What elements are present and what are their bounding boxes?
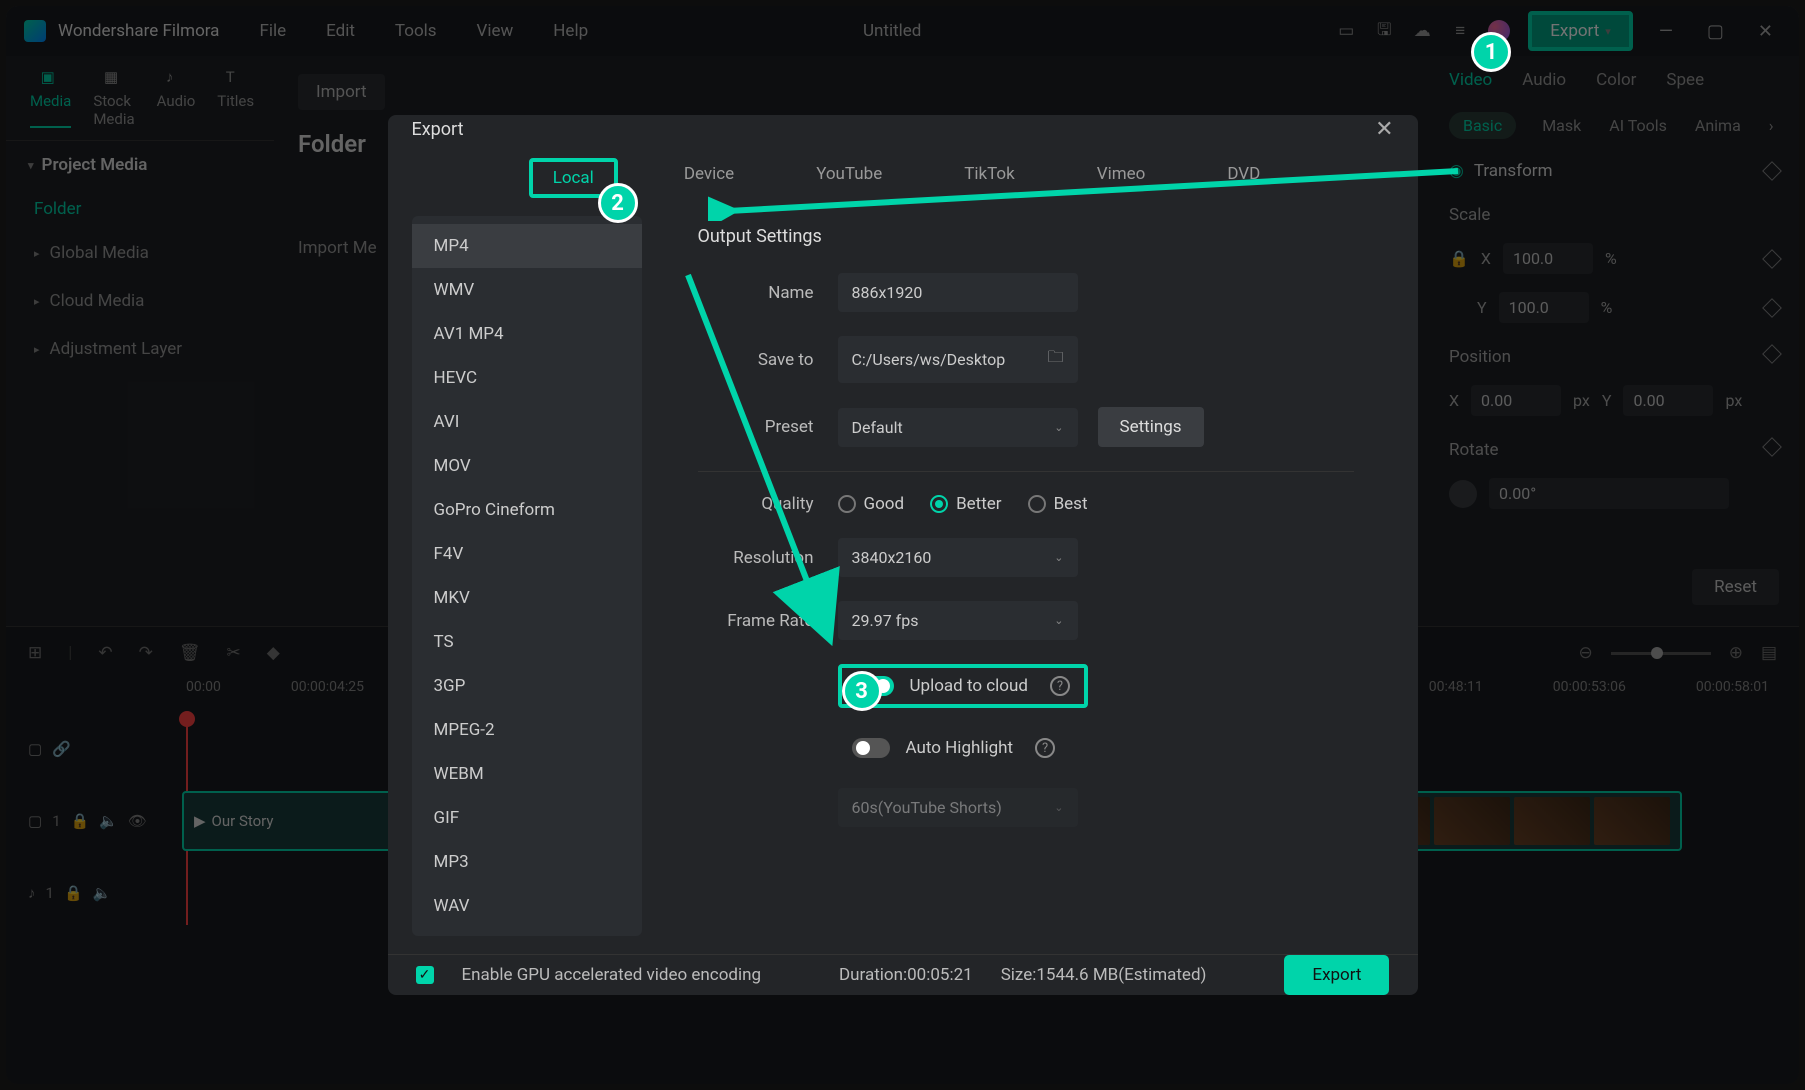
format-item-av1-mp4[interactable]: AV1 MP4 <box>412 312 642 356</box>
quality-better-radio[interactable]: Better <box>930 494 1002 514</box>
chevron-down-icon: ⌄ <box>1054 551 1063 564</box>
quality-best-label: Best <box>1054 494 1088 514</box>
info-icon[interactable]: ? <box>1050 676 1070 696</box>
upload-to-cloud-label: Upload to cloud <box>910 676 1028 696</box>
chevron-down-icon: ⌄ <box>1054 421 1063 434</box>
save-to-input[interactable]: C:/Users/ws/Desktop 🗀 <box>838 336 1078 383</box>
dialog-title: Export <box>412 119 464 140</box>
preset-label: Preset <box>698 417 838 437</box>
format-item-mov[interactable]: MOV <box>412 444 642 488</box>
format-item-gopro-cineform[interactable]: GoPro Cineform <box>412 488 642 532</box>
name-input[interactable] <box>838 273 1078 312</box>
frame-rate-select[interactable]: 29.97 fps ⌄ <box>838 601 1078 640</box>
format-item-wav[interactable]: WAV <box>412 884 642 928</box>
name-label: Name <box>698 283 838 303</box>
auto-highlight-label: Auto Highlight <box>906 738 1014 758</box>
dialog-close-button[interactable]: ✕ <box>1375 117 1393 142</box>
quality-better-label: Better <box>956 494 1002 514</box>
export-tab-dvd[interactable]: DVD <box>1211 158 1276 198</box>
auto-highlight-toggle[interactable] <box>852 738 890 758</box>
shorts-value: 60s(YouTube Shorts) <box>852 798 1002 817</box>
callout-badge-2: 2 <box>598 183 638 223</box>
format-item-f4v[interactable]: F4V <box>412 532 642 576</box>
preset-select[interactable]: Default ⌄ <box>838 408 1078 447</box>
auto-highlight-row: Auto Highlight ? <box>838 730 1070 766</box>
format-item-webm[interactable]: WEBM <box>412 752 642 796</box>
quality-good-label: Good <box>864 494 905 514</box>
format-item-ts[interactable]: TS <box>412 620 642 664</box>
resolution-select[interactable]: 3840x2160 ⌄ <box>838 538 1078 577</box>
format-item-avi[interactable]: AVI <box>412 400 642 444</box>
quality-best-radio[interactable]: Best <box>1028 494 1088 514</box>
format-item-3gp[interactable]: 3GP <box>412 664 642 708</box>
gpu-checkbox[interactable]: ✓ <box>416 966 434 984</box>
format-list: MP4WMVAV1 MP4HEVCAVIMOVGoPro CineformF4V… <box>412 216 642 936</box>
info-icon[interactable]: ? <box>1035 738 1055 758</box>
callout-badge-3: 3 <box>842 671 882 711</box>
resolution-value: 3840x2160 <box>852 548 932 567</box>
settings-button[interactable]: Settings <box>1098 407 1204 447</box>
chevron-down-icon: ⌄ <box>1054 801 1063 814</box>
folder-open-icon[interactable]: 🗀 <box>1047 346 1063 373</box>
chevron-down-icon: ⌄ <box>1054 614 1063 627</box>
format-item-hevc[interactable]: HEVC <box>412 356 642 400</box>
preset-value: Default <box>852 418 903 437</box>
frame-rate-value: 29.97 fps <box>852 611 919 630</box>
quality-label: Quality <box>698 494 838 514</box>
export-tab-vimeo[interactable]: Vimeo <box>1081 158 1162 198</box>
size-stat: Size:1544.6 MB(Estimated) <box>1001 965 1207 985</box>
dialog-export-button[interactable]: Export <box>1284 955 1389 995</box>
format-item-mkv[interactable]: MKV <box>412 576 642 620</box>
callout-badge-1: 1 <box>1471 32 1511 72</box>
save-to-label: Save to <box>698 350 838 370</box>
format-item-mpeg-2[interactable]: MPEG-2 <box>412 708 642 752</box>
frame-rate-label: Frame Rate <box>698 611 838 631</box>
export-tab-device[interactable]: Device <box>668 158 750 198</box>
export-tab-tiktok[interactable]: TikTok <box>948 158 1031 198</box>
gpu-label: Enable GPU accelerated video encoding <box>462 965 762 985</box>
duration-stat: Duration:00:05:21 <box>839 965 973 985</box>
export-dialog: Export ✕ Local Device YouTube TikTok Vim… <box>388 115 1418 995</box>
shorts-select: 60s(YouTube Shorts) ⌄ <box>838 788 1078 827</box>
output-settings-title: Output Settings <box>698 226 1354 247</box>
export-tab-youtube[interactable]: YouTube <box>800 158 898 198</box>
quality-good-radio[interactable]: Good <box>838 494 905 514</box>
format-item-gif[interactable]: GIF <box>412 796 642 840</box>
format-item-wmv[interactable]: WMV <box>412 268 642 312</box>
format-item-mp4[interactable]: MP4 <box>412 224 642 268</box>
dialog-overlay: Export ✕ Local Device YouTube TikTok Vim… <box>6 6 1799 1084</box>
format-item-mp3[interactable]: MP3 <box>412 840 642 884</box>
resolution-label: Resolution <box>698 548 838 568</box>
save-to-value: C:/Users/ws/Desktop <box>852 350 1006 369</box>
